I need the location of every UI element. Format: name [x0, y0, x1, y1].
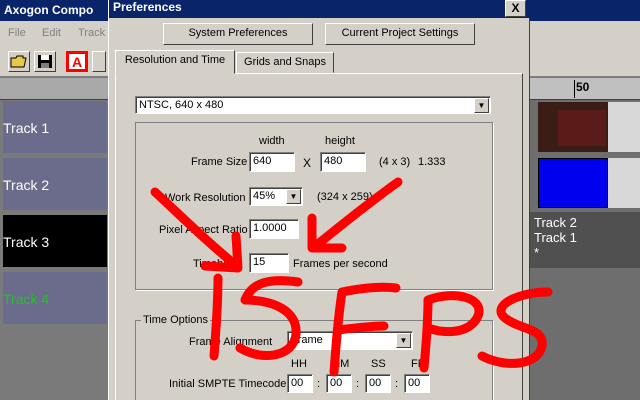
width-field[interactable]: 640	[249, 152, 295, 172]
frame-alignment-value: Frame	[291, 334, 323, 346]
aspect-text: (4 x 3)	[379, 156, 411, 168]
pixel-aspect-label: Pixel Aspect Ratio	[159, 224, 248, 236]
smpte-ss-value: 00	[369, 377, 382, 389]
svg-text:A: A	[72, 54, 82, 70]
smpte-ss-field[interactable]: 00	[365, 374, 391, 393]
smpte-hh-field[interactable]: 00	[287, 374, 313, 393]
video-clip-detail	[558, 110, 606, 146]
track-label: Track 1	[3, 120, 50, 136]
smpte-separator: :	[356, 378, 360, 390]
times-sign: X	[303, 156, 312, 170]
dialog-title: Preferences	[113, 0, 182, 14]
timeline-empty-cell	[608, 102, 640, 152]
menu-edit[interactable]: Edit	[42, 27, 61, 39]
close-icon: X	[511, 1, 520, 15]
clip-info-line: Track 1	[534, 230, 577, 245]
pixel-aspect-value: 1.0000	[253, 222, 287, 234]
close-button[interactable]: X	[505, 0, 526, 17]
text-tool-icon[interactable]: A	[66, 51, 88, 72]
smpte-mm-label: MM	[331, 358, 350, 370]
width-value: 640	[253, 155, 272, 167]
smpte-label: Initial SMPTE Timecode	[169, 378, 287, 390]
track-row-4[interactable]: Track 4	[3, 272, 107, 324]
height-field[interactable]: 480	[320, 152, 366, 172]
pixel-aspect-field[interactable]: 1.0000	[249, 219, 299, 239]
save-disk-icon[interactable]	[34, 51, 56, 72]
time-options-label: Time Options	[141, 314, 211, 326]
frame-alignment-label: Frame Alignment	[189, 336, 273, 348]
clip-info-panel: Track 2 Track 1 *	[530, 212, 640, 268]
track-row-1[interactable]: Track 1	[3, 101, 107, 153]
track-label: Track 2	[3, 177, 50, 193]
dialog-title-bar[interactable]: Preferences X	[109, 0, 531, 18]
work-resolution-select[interactable]: 45% ▼	[249, 187, 303, 206]
timeline-ruler[interactable]: 50	[530, 78, 640, 100]
smpte-ff-value: 00	[408, 377, 421, 389]
preferences-dialog: Preferences X System Preferences Current…	[108, 0, 531, 400]
ruler-tick	[574, 80, 575, 98]
aspect-ratio-value: 1.333	[418, 156, 446, 168]
fps-value: 15	[253, 256, 266, 268]
chevron-down-icon[interactable]: ▼	[286, 189, 301, 204]
track-label: Track 3	[3, 234, 50, 250]
open-folder-icon[interactable]	[8, 51, 30, 72]
smpte-separator: :	[317, 378, 321, 390]
work-resolution-label: Work Resolution	[165, 192, 246, 204]
frame-alignment-select[interactable]: Frame ▼	[287, 331, 413, 350]
preset-value: NTSC, 640 x 480	[139, 99, 224, 111]
height-value: 480	[324, 155, 343, 167]
smpte-mm-field[interactable]: 00	[326, 374, 352, 393]
current-project-settings-button[interactable]: Current Project Settings	[325, 23, 475, 45]
frame-size-label: Frame Size	[191, 156, 248, 168]
clip-info-line: *	[534, 245, 540, 260]
track-label: Track 4	[3, 291, 50, 307]
clip-info-line: Track 2	[534, 215, 577, 230]
tab-resolution-and-time[interactable]: Resolution and Time	[115, 50, 235, 74]
ruler-left	[0, 78, 108, 100]
fps-field[interactable]: 15	[249, 253, 289, 273]
chevron-down-icon[interactable]: ▼	[474, 98, 489, 113]
crop-tool-icon[interactable]	[92, 51, 106, 72]
preset-select[interactable]: NTSC, 640 x 480 ▼	[135, 96, 491, 114]
ruler-label: 50	[576, 80, 590, 94]
menu-track[interactable]: Track	[78, 27, 105, 39]
work-resolution-dims: (324 x 259)	[317, 191, 373, 203]
work-resolution-value: 45%	[253, 190, 276, 202]
width-column-label: width	[259, 135, 285, 147]
menu-file[interactable]: File	[8, 27, 26, 39]
blue-clip[interactable]	[538, 158, 608, 208]
fps-unit-label: Frames per second	[293, 258, 388, 270]
smpte-hh-value: 00	[291, 377, 304, 389]
smpte-hh-label: HH	[291, 358, 307, 370]
height-column-label: height	[325, 135, 355, 147]
track-row-3[interactable]: Track 3	[3, 215, 107, 267]
app-title: Axogon Compo	[4, 3, 94, 17]
tab-grids-and-snaps[interactable]: Grids and Snaps	[236, 52, 334, 73]
smpte-mm-value: 00	[330, 377, 343, 389]
smpte-ff-field[interactable]: 00	[404, 374, 430, 393]
smpte-separator: :	[395, 378, 399, 390]
system-preferences-button[interactable]: System Preferences	[163, 23, 313, 45]
chevron-down-icon[interactable]: ▼	[396, 333, 411, 348]
track-row-2[interactable]: Track 2	[3, 158, 107, 210]
timeline-empty-cell	[608, 158, 640, 208]
smpte-ff-label: FF	[411, 358, 425, 370]
timebase-label: Timebase	[193, 258, 241, 270]
smpte-ss-label: SS	[371, 358, 386, 370]
